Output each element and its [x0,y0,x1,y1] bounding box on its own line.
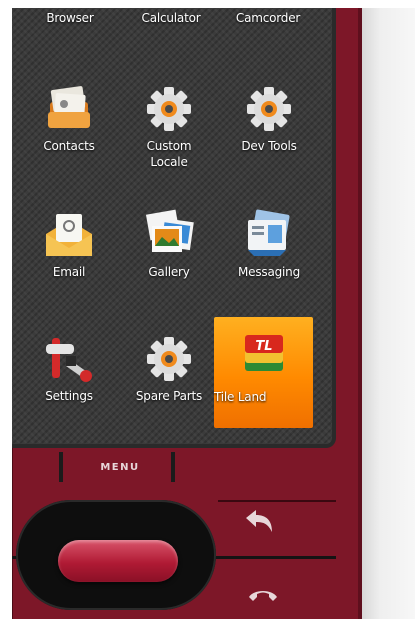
app-label: Browser [46,11,94,25]
messaging-icon [248,209,290,256]
app-label: Spare Parts [135,389,203,403]
app-label: Calculator [141,11,201,25]
background-shade [362,8,415,619]
contacts-icon [48,86,90,128]
app-label: Email [52,265,86,279]
gallery-icon [145,209,194,252]
svg-text:TL: TL [255,339,272,354]
app-browser[interactable]: Browser [20,10,120,26]
app-label: Gallery [148,265,190,279]
app-settings[interactable]: Settings [19,330,119,404]
settings-icon [46,338,92,382]
app-calculator[interactable]: Calculator [121,10,221,26]
app-label: Contacts [43,139,95,153]
app-camcorder[interactable]: Camcorder [218,10,318,26]
gear-icon [247,87,291,131]
menu-key-label: MENU [100,462,140,473]
tile-land-icon: TL [244,335,283,371]
button-divider [218,500,336,502]
app-custom-locale[interactable]: Custom Locale [119,80,219,170]
app-spare-parts[interactable]: Spare Parts [119,330,219,404]
trackball-button[interactable] [58,540,178,582]
app-label: Camcorder [235,11,301,25]
app-label: Tile Land [214,390,267,404]
app-label: Settings [45,389,93,403]
app-contacts[interactable]: Contacts [19,80,119,154]
app-dev-tools[interactable]: Dev Tools [219,80,319,154]
email-icon [46,214,92,256]
app-label: Dev Tools [241,139,297,153]
app-label: Custom Locale [146,139,192,169]
back-arrow-icon[interactable] [242,508,276,536]
gear-icon [147,337,191,381]
app-gallery[interactable]: Gallery [119,206,219,280]
app-messaging[interactable]: Messaging [219,206,319,280]
app-label: Messaging [238,265,300,279]
end-call-icon[interactable] [246,583,280,607]
gear-icon [147,87,191,131]
app-tile-land[interactable]: TL Tile Land [214,317,313,428]
app-email[interactable]: Email [19,206,119,280]
